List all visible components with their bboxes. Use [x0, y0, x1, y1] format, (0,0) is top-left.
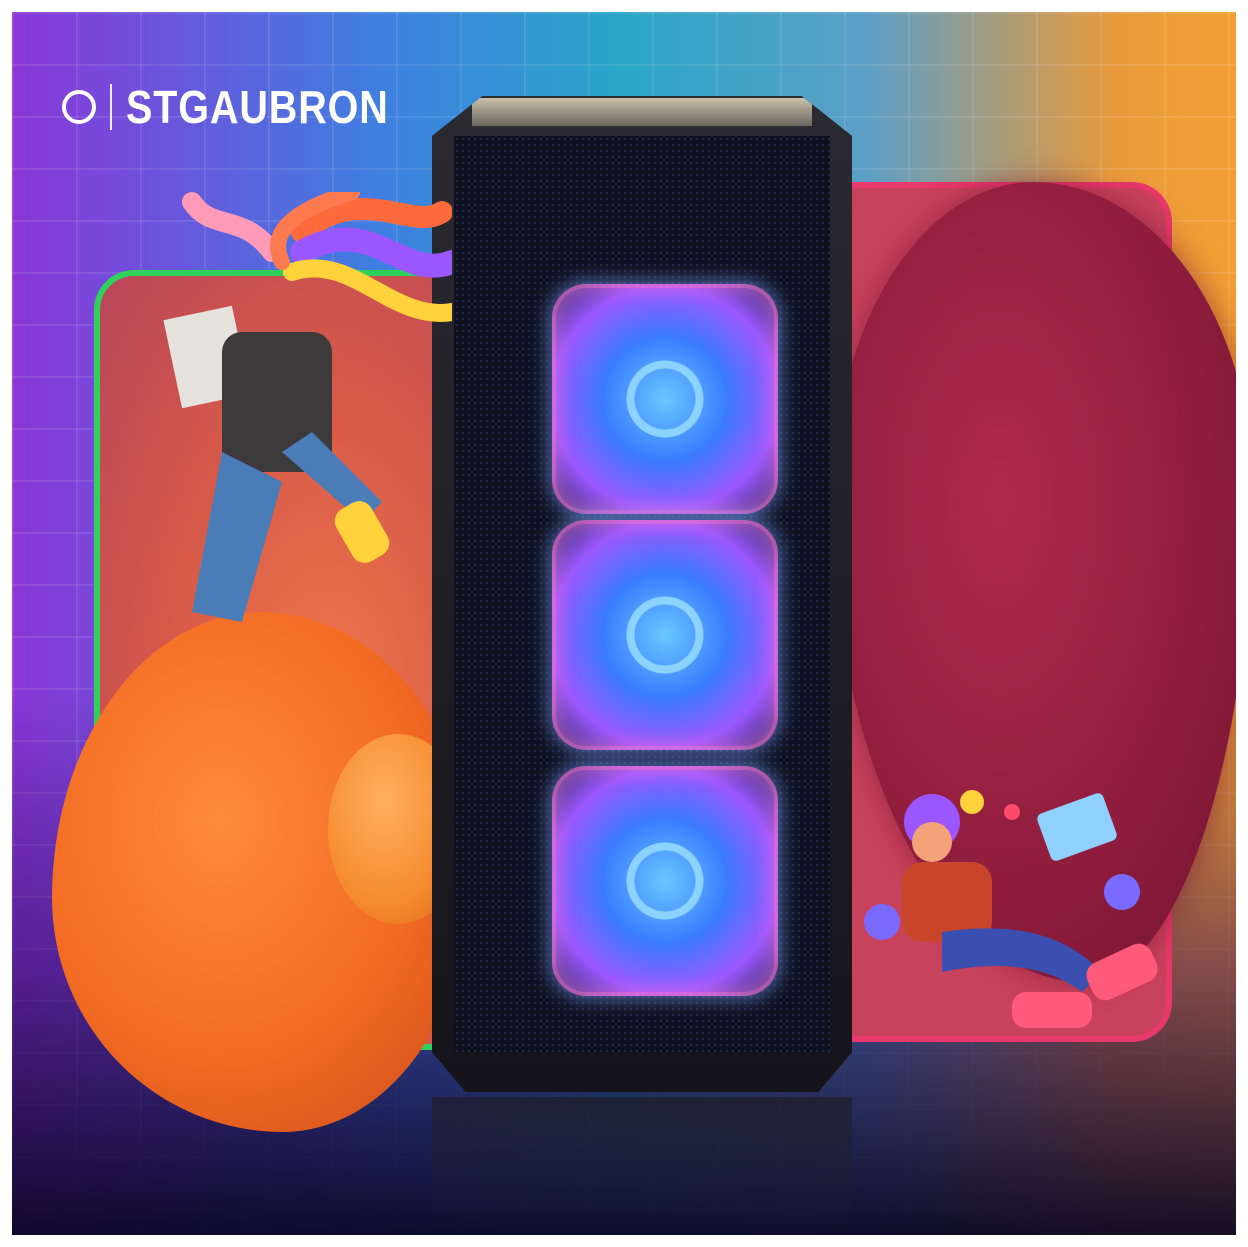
- brand-name: STGAUBRON: [126, 81, 389, 133]
- brand-logo: STGAUBRON: [62, 80, 431, 134]
- pc-case: [432, 96, 852, 1092]
- rgb-fan-bottom: [552, 766, 778, 996]
- pc-case-mesh-front: [454, 136, 830, 1052]
- circle-logo-icon: [62, 90, 96, 124]
- logo-divider: [110, 84, 112, 130]
- rgb-fan-top: [552, 284, 778, 514]
- rgb-fan-middle: [552, 520, 778, 750]
- product-image: STGAUBRON: [12, 12, 1236, 1235]
- pc-case-top-panel: [472, 98, 812, 126]
- pc-case-reflection: [432, 1097, 852, 1235]
- running-character-illustration: [163, 192, 452, 622]
- laptop-character-illustration: [864, 790, 1158, 1028]
